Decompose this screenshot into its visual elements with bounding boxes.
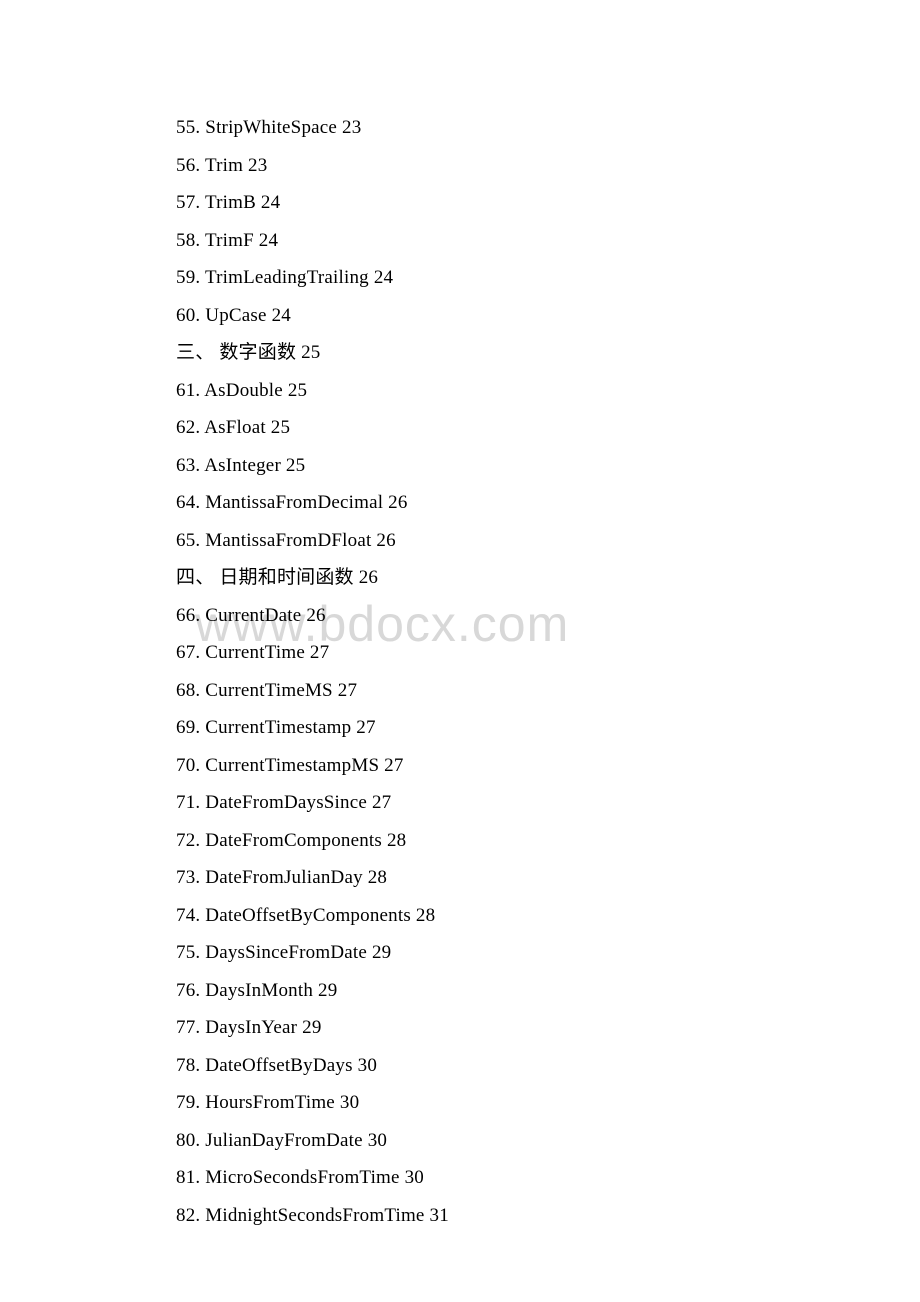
toc-entry: 58. TrimF 24 xyxy=(176,231,920,250)
toc-entry: 61. AsDouble 25 xyxy=(176,381,920,400)
toc-entry: 65. MantissaFromDFloat 26 xyxy=(176,531,920,550)
toc-entry: 56. Trim 23 xyxy=(176,156,920,175)
toc-entry: 82. MidnightSecondsFromTime 31 xyxy=(176,1206,920,1225)
toc-entry: 72. DateFromComponents 28 xyxy=(176,831,920,850)
toc-content: 55. StripWhiteSpace 23 56. Trim 23 57. T… xyxy=(176,118,920,1225)
toc-section-heading: 四、 日期和时间函数 26 xyxy=(176,568,920,587)
toc-entry: 66. CurrentDate 26 xyxy=(176,606,920,625)
toc-entry: 81. MicroSecondsFromTime 30 xyxy=(176,1168,920,1187)
toc-entry: 71. DateFromDaysSince 27 xyxy=(176,793,920,812)
toc-entry: 73. DateFromJulianDay 28 xyxy=(176,868,920,887)
toc-entry: 57. TrimB 24 xyxy=(176,193,920,212)
toc-entry: 75. DaysSinceFromDate 29 xyxy=(176,943,920,962)
toc-entry: 80. JulianDayFromDate 30 xyxy=(176,1131,920,1150)
toc-entry: 79. HoursFromTime 30 xyxy=(176,1093,920,1112)
toc-entry: 64. MantissaFromDecimal 26 xyxy=(176,493,920,512)
toc-entry: 70. CurrentTimestampMS 27 xyxy=(176,756,920,775)
toc-entry: 78. DateOffsetByDays 30 xyxy=(176,1056,920,1075)
toc-entry: 76. DaysInMonth 29 xyxy=(176,981,920,1000)
toc-entry: 67. CurrentTime 27 xyxy=(176,643,920,662)
toc-entry: 59. TrimLeadingTrailing 24 xyxy=(176,268,920,287)
toc-entry: 69. CurrentTimestamp 27 xyxy=(176,718,920,737)
toc-section-heading: 三、 数字函数 25 xyxy=(176,343,920,362)
toc-entry: 68. CurrentTimeMS 27 xyxy=(176,681,920,700)
toc-entry: 60. UpCase 24 xyxy=(176,306,920,325)
toc-entry: 63. AsInteger 25 xyxy=(176,456,920,475)
toc-entry: 62. AsFloat 25 xyxy=(176,418,920,437)
toc-entry: 74. DateOffsetByComponents 28 xyxy=(176,906,920,925)
toc-entry: 77. DaysInYear 29 xyxy=(176,1018,920,1037)
toc-entry: 55. StripWhiteSpace 23 xyxy=(176,118,920,137)
